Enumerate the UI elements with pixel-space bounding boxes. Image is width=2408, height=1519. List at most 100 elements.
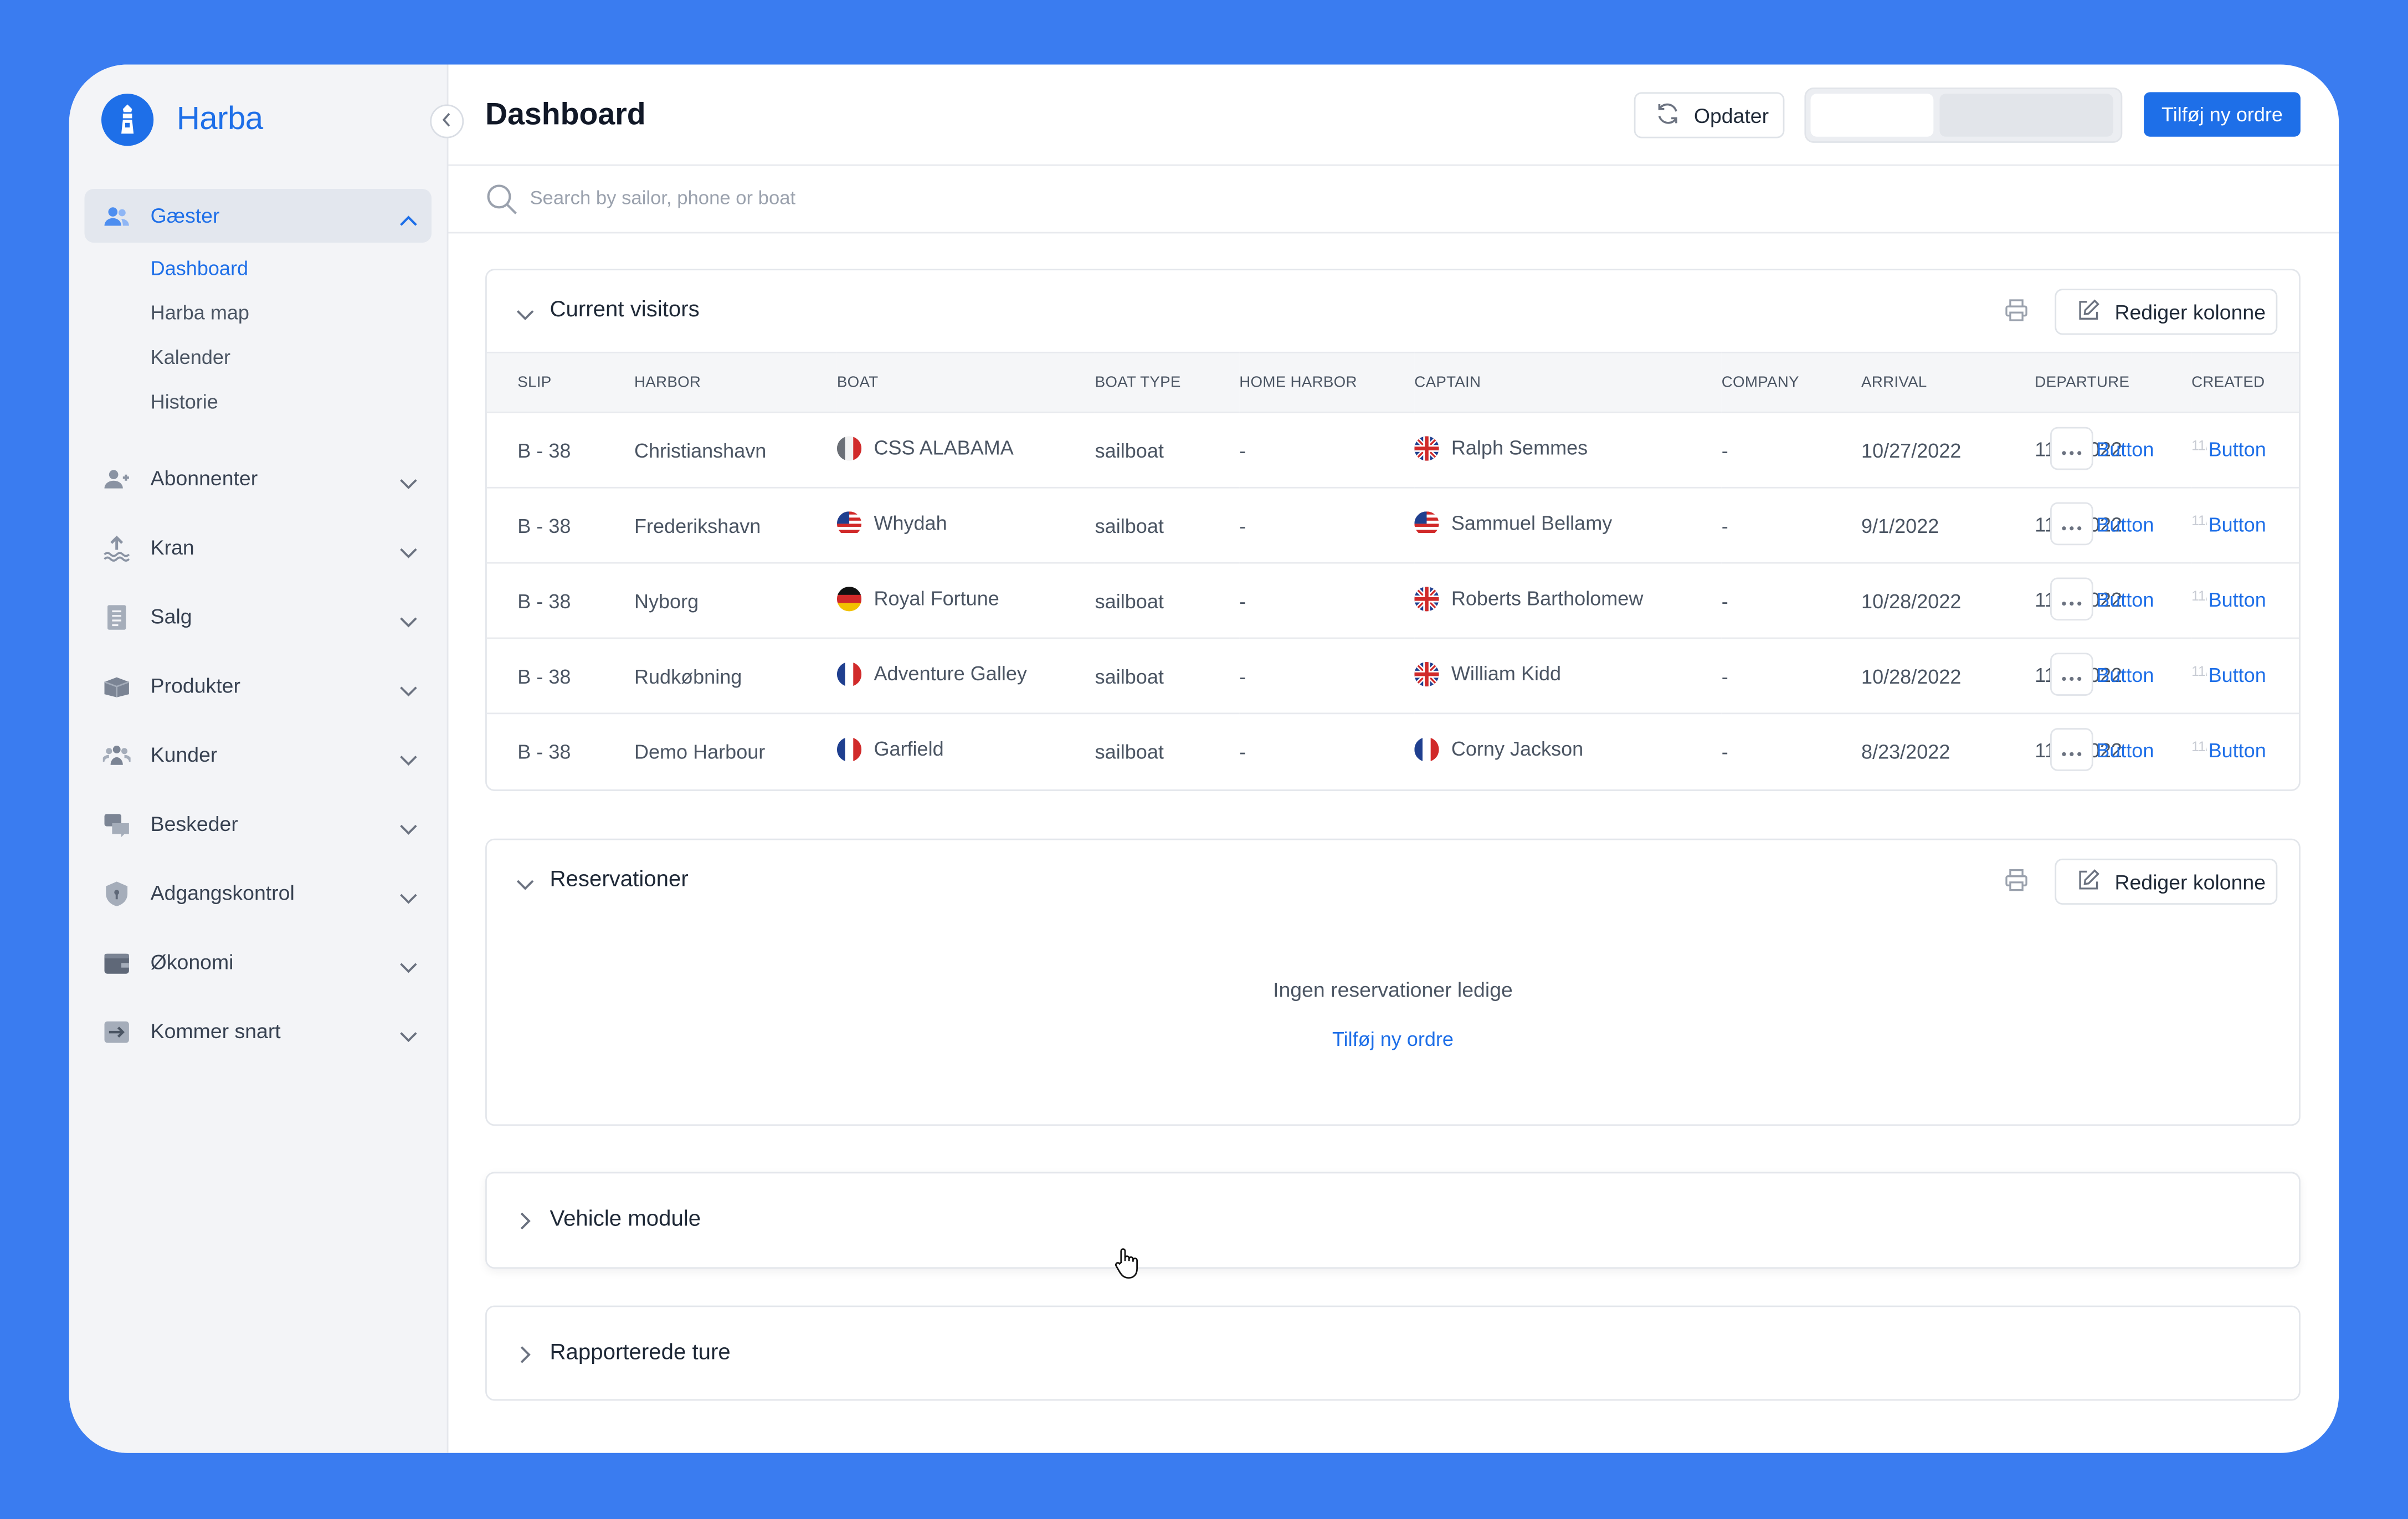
table-row[interactable]: B - 38 Demo Harbour Garfield sailboat - Corny… bbox=[486, 712, 2299, 789]
sidebar-group-beskeder[interactable]: Beskeder bbox=[84, 797, 432, 851]
sidebar-item-kalender[interactable]: Kalender bbox=[151, 346, 230, 369]
created-button[interactable]: Button bbox=[2206, 739, 2266, 762]
created-cell-content: 11/1/2022Button bbox=[2191, 435, 2283, 465]
printer-icon[interactable] bbox=[2004, 298, 2029, 330]
chevron-down-icon bbox=[399, 1023, 418, 1050]
cell-boat: Garfield bbox=[836, 712, 1095, 789]
vehicle-module-title: Vehicle module bbox=[550, 1207, 701, 1232]
edit-columns-button[interactable]: Rediger kolonne bbox=[2055, 858, 2278, 905]
wallet-icon bbox=[103, 949, 131, 977]
column-header-slip[interactable]: SLIP bbox=[486, 351, 634, 413]
departure-button[interactable]: Button bbox=[2096, 438, 2154, 461]
printer-icon[interactable] bbox=[2004, 868, 2029, 900]
refresh-button[interactable]: Opdater bbox=[1634, 92, 1785, 138]
boat-name: Adventure Galley bbox=[874, 661, 1027, 685]
created-cell-content: 11/1/2022Button bbox=[2191, 736, 2283, 767]
row-more-button[interactable] bbox=[2050, 577, 2093, 621]
column-header-captain[interactable]: CAPTAIN bbox=[1414, 351, 1722, 413]
column-header-departure[interactable]: DEPARTURE bbox=[2035, 351, 2192, 413]
table-row[interactable]: B - 38 Christianshavn CSS ALABAMA sailboat -… bbox=[487, 412, 2299, 487]
sidebar-group-label: Salg bbox=[150, 605, 192, 628]
departure-button[interactable]: Button bbox=[2096, 739, 2154, 762]
cell-harbor: Rudkøbning bbox=[634, 637, 837, 714]
view-toggle-option-2[interactable] bbox=[1939, 94, 2113, 137]
column-header-created[interactable]: CREATED bbox=[2191, 351, 2299, 413]
column-header-company[interactable]: COMPANY bbox=[1721, 351, 1862, 413]
brand[interactable]: Harba bbox=[101, 94, 263, 146]
sidebar-group-kran[interactable]: Kran bbox=[84, 521, 432, 574]
sidebar-group-adgangskontrol[interactable]: Adgangskontrol bbox=[84, 866, 432, 920]
reported-trips-card[interactable]: Rapporterede ture bbox=[485, 1305, 2301, 1401]
current-visitors-title: Current visitors bbox=[550, 297, 700, 323]
cell-departure: 11/1/2022Button bbox=[2035, 562, 2192, 638]
chevron-down-icon bbox=[399, 539, 418, 567]
sidebar-group-kommer-snart[interactable]: Kommer snart bbox=[84, 1004, 432, 1058]
row-more-button[interactable] bbox=[2050, 427, 2093, 470]
sidebar-item-historie[interactable]: Historie bbox=[151, 390, 218, 413]
sidebar-group-gaester[interactable]: Gæster bbox=[84, 189, 432, 243]
departure-button[interactable]: Button bbox=[2096, 588, 2154, 612]
column-header-arrival[interactable]: ARRIVAL bbox=[1861, 351, 2035, 413]
add-order-button[interactable]: Tilføj ny ordre bbox=[2144, 92, 2301, 137]
row-more-button[interactable] bbox=[2050, 728, 2093, 772]
sidebar-group-label: Økonomi bbox=[150, 951, 234, 974]
collapse-sidebar-button[interactable] bbox=[430, 104, 464, 138]
cell-home-harbor: - bbox=[1239, 637, 1415, 714]
france-flag-icon bbox=[836, 661, 862, 686]
edit-columns-button[interactable]: Rediger kolonne bbox=[2055, 289, 2278, 335]
visitors-table: SLIP HARBOR BOAT BOAT TYPE HOME HARBOR C… bbox=[486, 351, 2299, 789]
cell-arrival: 10/28/2022 bbox=[1861, 637, 2035, 714]
cell-captain: Roberts Bartholomew bbox=[1414, 562, 1722, 638]
chevron-down-icon[interactable] bbox=[516, 301, 534, 329]
departure-button[interactable]: Button bbox=[2096, 513, 2154, 536]
row-more-button[interactable] bbox=[2050, 653, 2093, 696]
cell-company: - bbox=[1721, 712, 1862, 789]
cell-created: 11/1/2022Button bbox=[2191, 637, 2299, 714]
table-row[interactable]: B - 38 Rudkøbning Adventure Galley sailboat… bbox=[486, 637, 2299, 714]
sidebar-group-salg[interactable]: Salg bbox=[84, 590, 432, 644]
view-toggle-option-1[interactable] bbox=[1810, 94, 1934, 137]
sidebar-group-label: Kommer snart bbox=[150, 1019, 281, 1043]
chevron-down-icon[interactable] bbox=[516, 871, 534, 899]
boat-name: Royal Fortune bbox=[874, 587, 999, 610]
empty-state-add-order-link[interactable]: Tilføj ny ordre bbox=[487, 1028, 2299, 1051]
table-row[interactable]: B - 38 Frederikshavn Whydah sailboat - Sammue… bbox=[486, 486, 2299, 563]
users-icon bbox=[103, 203, 131, 230]
created-button[interactable]: Button bbox=[2206, 588, 2266, 612]
usa-flag-icon bbox=[1414, 510, 1439, 536]
sidebar-group-kunder[interactable]: Kunder bbox=[84, 728, 432, 782]
sidebar-group-okonomi[interactable]: Økonomi bbox=[84, 935, 432, 989]
departure-button[interactable]: Button bbox=[2096, 664, 2154, 687]
cell-company: - bbox=[1721, 438, 1728, 462]
search-input[interactable] bbox=[530, 181, 1451, 215]
created-button[interactable]: Button bbox=[2206, 663, 2266, 687]
france-flag-icon bbox=[836, 737, 862, 762]
cell-slip: B - 38 bbox=[486, 637, 634, 714]
column-header-harbor[interactable]: HARBOR bbox=[634, 351, 837, 413]
sidebar-group-produkter[interactable]: Produkter bbox=[84, 659, 432, 712]
sidebar-group-label: Beskeder bbox=[150, 812, 238, 836]
column-header-boat-type[interactable]: BOAT TYPE bbox=[1095, 351, 1240, 413]
empty-state-text: Ingen reservationer ledige bbox=[1273, 978, 1513, 1002]
cell-harbor: Demo Harbour bbox=[634, 712, 837, 789]
sidebar-item-harba-map[interactable]: Harba map bbox=[151, 301, 249, 324]
created-button[interactable]: Button bbox=[2206, 513, 2266, 536]
captain-with-flag: Sammuel Bellamy bbox=[1414, 510, 1612, 536]
sidebar-item-dashboard[interactable]: Dashboard bbox=[151, 256, 248, 280]
cell-captain: Corny Jackson bbox=[1414, 712, 1722, 789]
cell-created: 11/1/2022Button bbox=[2191, 486, 2299, 563]
sidebar-group-abonnenter[interactable]: Abonnenter bbox=[84, 451, 432, 505]
table-row[interactable]: B - 38 Nyborg Royal Fortune sailboat - Robert… bbox=[486, 562, 2299, 638]
created-button[interactable]: Button bbox=[2206, 438, 2266, 461]
chevron-down-icon bbox=[399, 470, 418, 497]
column-header-home-harbor[interactable]: HOME HARBOR bbox=[1239, 351, 1415, 413]
sidebar-group-label: Abonnenter bbox=[150, 466, 258, 490]
sidebar-group-label: Kran bbox=[150, 536, 194, 560]
row-more-button[interactable] bbox=[2050, 502, 2093, 546]
vehicle-module-card[interactable]: Vehicle module bbox=[485, 1172, 2301, 1269]
messages-icon bbox=[103, 811, 131, 839]
shield-icon bbox=[103, 880, 131, 908]
uk-flag-icon bbox=[1414, 435, 1439, 460]
column-header-boat[interactable]: BOAT bbox=[836, 351, 1095, 413]
more-dots-icon bbox=[2061, 587, 2082, 610]
